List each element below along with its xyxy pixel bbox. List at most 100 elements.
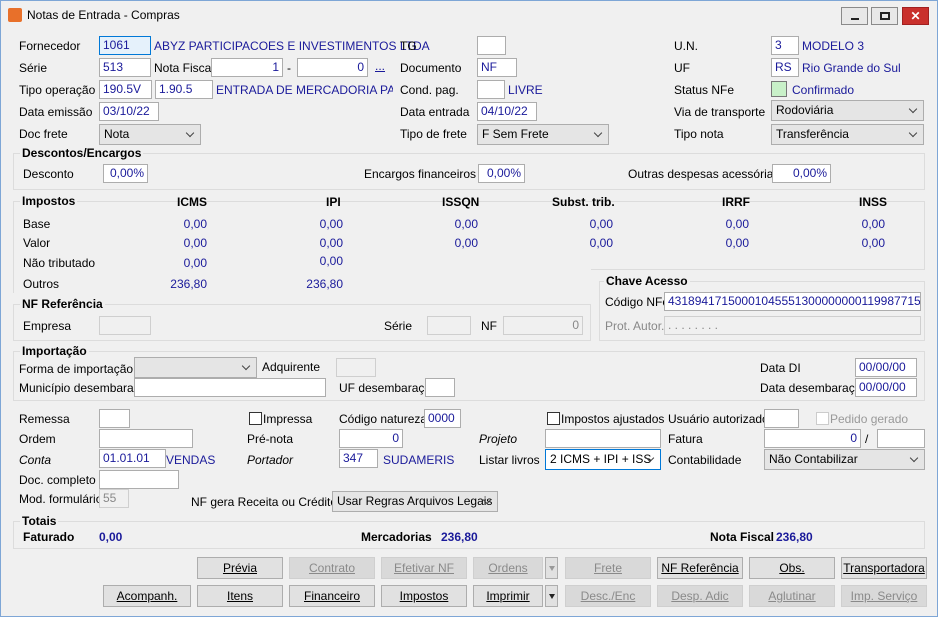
listar-livros-label: Listar livros xyxy=(479,453,540,467)
nfref-nf-input[interactable]: 0 xyxy=(503,316,583,335)
aglutinar-button[interactable]: Aglutinar xyxy=(749,585,835,607)
listar-livros-select[interactable]: 2 ICMS + IPI + ISS xyxy=(545,449,661,470)
acompanh-button[interactable]: Acompanh. xyxy=(103,585,191,607)
descontos-title: Descontos/Encargos xyxy=(20,146,144,160)
portador-input[interactable]: 347 xyxy=(339,449,378,468)
impostos-row-label: Valor xyxy=(23,236,51,250)
ordens-button[interactable]: Ordens xyxy=(473,557,543,579)
contrato-button[interactable]: Contrato xyxy=(289,557,375,579)
close-icon: ✕ xyxy=(910,9,921,23)
imprimir-dropdown-arrow-icon[interactable] xyxy=(545,585,558,607)
conta-label: Conta xyxy=(19,453,52,467)
nota-lookup-button[interactable]: ... xyxy=(375,59,385,73)
pedido-gerado-label: Pedido gerado xyxy=(830,412,909,426)
transportadora-button[interactable]: Transportadora xyxy=(841,557,927,579)
impostos-value: 0,00 xyxy=(725,217,749,231)
projeto-input[interactable] xyxy=(545,429,661,448)
fornecedor-code-input[interactable]: 1061 xyxy=(99,36,151,55)
encargos-input[interactable]: 0,00% xyxy=(478,164,525,183)
nota-fiscal-input[interactable]: 1 xyxy=(211,58,283,77)
tipo-operacao-input[interactable]: 190.5V xyxy=(99,80,152,99)
maximize-icon xyxy=(880,12,890,20)
municipio-input[interactable] xyxy=(134,378,326,397)
outras-despesas-input[interactable]: 0,00% xyxy=(772,164,831,183)
nf-gera-label: NF gera Receita ou Crédito xyxy=(191,495,338,509)
close-button[interactable]: ✕ xyxy=(902,7,929,25)
nota-fiscal-2-input[interactable]: 0 xyxy=(297,58,368,77)
financeiro-button[interactable]: Financeiro xyxy=(289,585,375,607)
doc-frete-select[interactable]: Nota xyxy=(99,124,201,145)
remessa-input[interactable] xyxy=(99,409,130,428)
nfref-nf-label: NF xyxy=(481,319,497,333)
nfref-serie-input[interactable] xyxy=(427,316,471,335)
uf-desc: Rio Grande do Sul xyxy=(802,61,901,75)
data-di-input[interactable]: 00/00/00 xyxy=(855,358,917,377)
impostos-button[interactable]: Impostos xyxy=(381,585,467,607)
impostos-value: 0,00 xyxy=(589,236,613,250)
tipo-frete-select[interactable]: F Sem Frete xyxy=(477,124,609,145)
nota-fiscal-total-label: Nota Fiscal xyxy=(710,530,775,544)
impostos-value: 0,00 xyxy=(319,254,343,268)
pre-nota-input[interactable]: 0 xyxy=(339,429,403,448)
previa-button[interactable]: Prévia xyxy=(197,557,283,579)
totais-title: Totais xyxy=(20,514,59,528)
status-nfe: Confirmado xyxy=(792,83,855,97)
data-entrada-input[interactable]: 04/10/22 xyxy=(477,102,537,121)
portador-desc: SUDAMERIS xyxy=(383,453,455,467)
ordem-input[interactable] xyxy=(99,429,193,448)
impostos-value: 236,80 xyxy=(306,277,343,291)
impressa-checkbox[interactable] xyxy=(249,412,262,425)
minimize-button[interactable] xyxy=(841,7,868,25)
pedido-gerado-checkbox[interactable] xyxy=(816,412,829,425)
fatura-parcela-input[interactable] xyxy=(877,429,925,448)
cond-pag-input[interactable] xyxy=(477,80,505,99)
usuario-autorizado-input[interactable] xyxy=(764,409,799,428)
itens-button[interactable]: Itens xyxy=(197,585,283,607)
contabilidade-select[interactable]: Não Contabilizar xyxy=(764,449,925,470)
data-emissao-input[interactable]: 03/10/22 xyxy=(99,102,159,121)
empresa-input[interactable] xyxy=(99,316,151,335)
minimize-icon xyxy=(851,18,859,20)
ordens-dropdown-arrow-icon[interactable] xyxy=(545,557,558,579)
nf-referencia-button[interactable]: NF Referência xyxy=(657,557,743,579)
documento-input[interactable]: NF xyxy=(477,58,517,77)
forma-importacao-select[interactable] xyxy=(134,357,257,378)
frete-button[interactable]: Frete xyxy=(565,557,651,579)
nf-gera-select[interactable]: Usar Regras Arquivos Legais xyxy=(332,491,498,512)
mod-formulario-input[interactable]: 55 xyxy=(99,489,129,508)
municipio-label: Município desembaraço xyxy=(19,381,147,395)
cfop-input[interactable]: 1.90.5 xyxy=(155,80,213,99)
obs-button[interactable]: Obs. xyxy=(749,557,835,579)
impostos-row-label: Não tributado xyxy=(23,256,96,270)
data-desembaraco-input[interactable]: 00/00/00 xyxy=(855,378,917,397)
serie-input[interactable]: 513 xyxy=(99,58,151,77)
impostos-ajustados-checkbox[interactable] xyxy=(547,412,560,425)
uf-input[interactable]: RS xyxy=(771,58,799,77)
codigo-nfe-input[interactable]: 4318941715000104555130000000011998771543 xyxy=(664,292,921,311)
un-input[interactable]: 3 xyxy=(771,36,799,55)
outras-despesas-label: Outras despesas acessórias xyxy=(628,167,780,181)
maximize-button[interactable] xyxy=(871,7,898,25)
fatura-input[interactable]: 0 xyxy=(764,429,861,448)
tipo-nota-select[interactable]: Transferência xyxy=(771,124,924,145)
imp-servico-button[interactable]: Imp. Serviço xyxy=(841,585,927,607)
fatura-label: Fatura xyxy=(668,432,703,446)
desp-adic-button[interactable]: Desp. Adic xyxy=(657,585,743,607)
desconto-input[interactable]: 0,00% xyxy=(103,164,148,183)
app-icon xyxy=(8,8,22,22)
tg-input[interactable] xyxy=(477,36,506,55)
uf-desembaraco-input[interactable] xyxy=(425,378,455,397)
desc-enc-button[interactable]: Desc./Enc xyxy=(565,585,651,607)
imprimir-button[interactable]: Imprimir xyxy=(473,585,543,607)
doc-completo-input[interactable] xyxy=(99,470,179,489)
conta-input[interactable]: 01.01.01 xyxy=(99,449,166,468)
via-transporte-select[interactable]: Rodoviária xyxy=(771,100,924,121)
impostos-value: 0,00 xyxy=(861,236,885,250)
efetivar-nf-button[interactable]: Efetivar NF xyxy=(381,557,467,579)
conta-desc: VENDAS xyxy=(166,453,216,467)
impostos-row-label: Base xyxy=(23,217,51,231)
faturado-label: Faturado xyxy=(23,530,75,544)
codigo-natureza-input[interactable]: 0000 xyxy=(424,409,461,428)
prot-autor-input[interactable]: . . . . . . . . xyxy=(664,316,921,335)
adquirente-input[interactable] xyxy=(336,358,376,377)
